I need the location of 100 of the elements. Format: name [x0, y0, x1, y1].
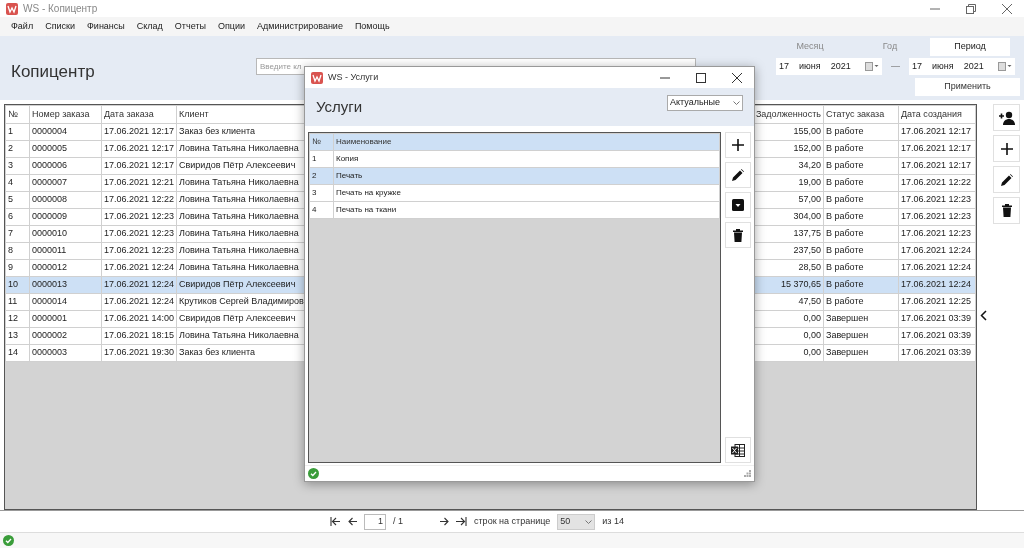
chevron-left-icon[interactable] [980, 310, 987, 321]
table-cell: 0000003 [29, 344, 102, 362]
table-cell: 0000014 [29, 293, 102, 311]
app-logo-icon [311, 71, 323, 84]
delete-button[interactable] [725, 222, 751, 248]
table-cell: В работе [823, 293, 899, 311]
page-field[interactable]: 1 [364, 513, 386, 530]
table-cell: 17.06.2021 12:25 [898, 293, 976, 311]
table-cell: Завершен [823, 327, 899, 345]
calendar-dropdown-icon[interactable] [998, 62, 1012, 71]
column-header: Дата создания [898, 105, 976, 124]
table-cell: Завершен [823, 310, 899, 328]
table-cell: 17.06.2021 12:24 [101, 259, 177, 277]
table-cell: В работе [823, 123, 899, 141]
date-field[interactable]: 17 июня 2021 [909, 58, 1015, 75]
excel-export-button[interactable] [725, 437, 751, 463]
add-button[interactable] [725, 132, 751, 158]
add-person-icon [998, 110, 1015, 125]
menu-item[interactable]: Списки [40, 19, 80, 34]
archive-button[interactable] [725, 192, 751, 218]
delete-button[interactable] [993, 197, 1020, 224]
table-cell: 17.06.2021 12:24 [101, 276, 177, 294]
table-cell: 9 [5, 259, 30, 277]
table-cell: 0000007 [29, 174, 102, 192]
table-cell: 0000011 [29, 242, 102, 260]
table-cell: 0000010 [29, 225, 102, 243]
table-cell: 17.06.2021 12:21 [101, 174, 177, 192]
previous-page-icon[interactable] [348, 517, 357, 526]
table-cell: 2 [309, 167, 334, 185]
filter-dropdown[interactable]: Актуальные [667, 95, 743, 111]
close-icon[interactable] [1002, 3, 1012, 14]
table-cell: 17.06.2021 14:00 [101, 310, 177, 328]
menu-item[interactable]: Администрирование [252, 19, 348, 34]
table-cell: Завершен [823, 344, 899, 362]
table-cell: 17.06.2021 19:30 [101, 344, 177, 362]
table-cell: 1 [309, 150, 334, 168]
table-cell: 0000012 [29, 259, 102, 277]
table-cell: 17.06.2021 12:17 [101, 123, 177, 141]
dialog-title: WS - Услуги [328, 70, 379, 84]
edit-button[interactable] [993, 166, 1020, 193]
rows-per-page-label: строк на странице [474, 514, 551, 528]
caret-icon [585, 519, 593, 524]
menu-item[interactable]: Склад [131, 19, 168, 34]
table-cell: 0000005 [29, 140, 102, 158]
table-cell: 17.06.2021 12:23 [898, 191, 976, 209]
restore-icon[interactable] [966, 3, 976, 14]
table-cell: 17.06.2021 12:24 [898, 276, 976, 294]
maximize-icon[interactable] [696, 72, 706, 83]
close-icon[interactable] [732, 72, 742, 83]
column-header: № [5, 105, 30, 124]
table-cell: 14 [5, 344, 30, 362]
period-tab[interactable]: Период [930, 38, 1010, 56]
first-page-icon[interactable] [330, 517, 341, 526]
table-cell: Печать на кружке [333, 184, 720, 202]
apply-button[interactable]: Применить [915, 78, 1020, 96]
table-cell: 17.06.2021 03:39 [898, 327, 976, 345]
menu-item[interactable]: Опции [212, 19, 251, 34]
pencil-icon [1000, 173, 1013, 186]
table-cell: 3 [309, 184, 334, 202]
table-cell: 4 [5, 174, 30, 192]
table-cell: Копия [333, 150, 720, 168]
plus-icon [1000, 142, 1013, 155]
next-page-icon[interactable] [440, 517, 449, 526]
resize-grip-icon[interactable] [744, 470, 751, 477]
table-cell: 0000006 [29, 157, 102, 175]
add-client-button[interactable] [993, 104, 1020, 131]
pencil-icon [732, 169, 744, 181]
last-page-icon[interactable] [456, 517, 467, 526]
table-cell: 17.06.2021 12:23 [898, 225, 976, 243]
menu-item[interactable]: Отчеты [169, 19, 211, 34]
menu-item[interactable]: Финансы [82, 19, 130, 34]
menu-item[interactable]: Файл [6, 19, 39, 34]
table-cell: 17.06.2021 18:15 [101, 327, 177, 345]
menu-item[interactable]: Помощь [349, 19, 395, 34]
table-cell: В работе [823, 276, 899, 294]
table-cell: 17.06.2021 12:22 [898, 174, 976, 192]
table-cell: 17.06.2021 12:24 [101, 293, 177, 311]
table-cell: В работе [823, 191, 899, 209]
column-header: Дата заказа [101, 105, 177, 124]
table-cell: 8 [5, 242, 30, 260]
table-cell: 0000013 [29, 276, 102, 294]
table-cell: 12 [5, 310, 30, 328]
table-cell: Печать [333, 167, 720, 185]
table-cell: 7 [5, 225, 30, 243]
dialog-heading: Услуги [316, 96, 363, 117]
table-cell: 0000001 [29, 310, 102, 328]
date-field[interactable]: 17 июня 2021 [776, 58, 882, 75]
table-cell: 17.06.2021 12:23 [101, 208, 177, 226]
table-cell: 10 [5, 276, 30, 294]
table-cell: 0000002 [29, 327, 102, 345]
table-cell: 17.06.2021 12:24 [898, 259, 976, 277]
edit-button[interactable] [725, 162, 751, 188]
page-size-dropdown[interactable]: 50 [557, 513, 596, 530]
calendar-dropdown-icon[interactable] [865, 62, 879, 71]
table-cell: 17.06.2021 03:39 [898, 344, 976, 362]
table-cell: 17.06.2021 12:24 [898, 242, 976, 260]
table-cell: 13 [5, 327, 30, 345]
add-button[interactable] [993, 135, 1020, 162]
column-header: Номер заказа [29, 105, 102, 124]
table-cell: 5 [5, 191, 30, 209]
